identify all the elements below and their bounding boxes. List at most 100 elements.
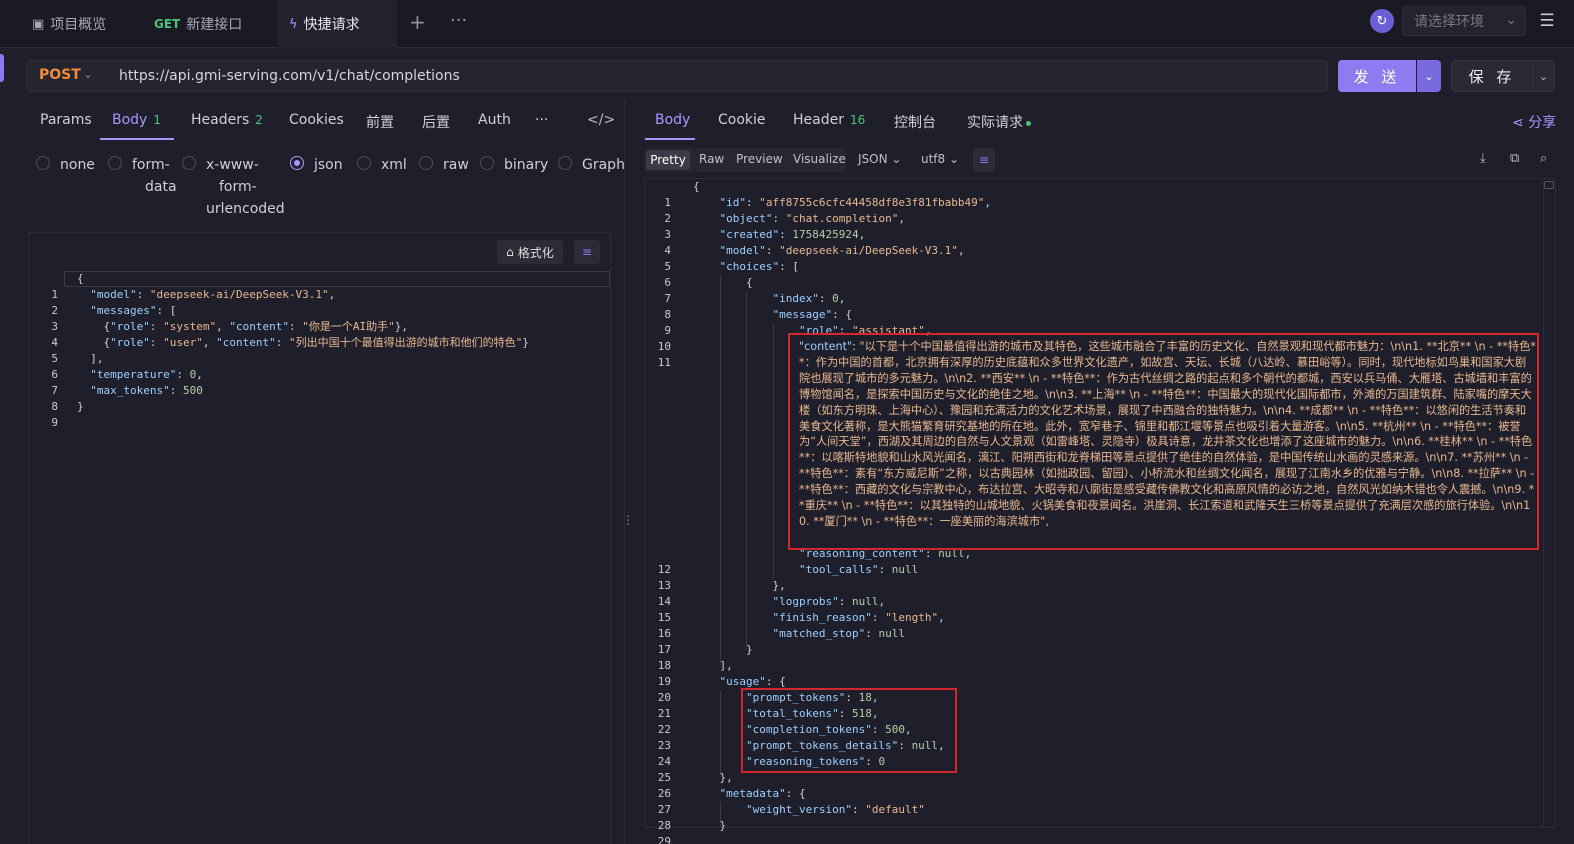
radio-label-line: x-www- [206, 157, 259, 173]
sidebar-accent [0, 54, 4, 82]
scrollbar[interactable] [1543, 181, 1554, 827]
tab-cookies[interactable]: Cookies [289, 112, 344, 128]
body-type-binary[interactable]: binary [480, 154, 548, 176]
line-number: 26 [657, 787, 671, 800]
view-raw[interactable]: Raw [699, 152, 724, 166]
body-type-raw[interactable]: raw [419, 154, 469, 176]
scrollbar-thumb[interactable] [1544, 181, 1554, 189]
more-tabs-icon[interactable]: ··· [535, 112, 548, 128]
tab-quick-request[interactable]: ϟ 快捷请求 [277, 0, 397, 48]
response-line-numbers-lower: 12 13 14 15 16 17 18 19 20 21 22 23 24 25 26 27 28 29 [641, 546, 671, 844]
tab-auth[interactable]: Auth [478, 112, 511, 128]
tab-body[interactable]: Body 1 [112, 112, 161, 128]
body-type-none[interactable]: none [36, 154, 95, 176]
null-value: null [851, 595, 879, 608]
line-number: 29 [657, 835, 671, 844]
response-code-top[interactable]: { "id": "aff8755c6cfc44458df8e3f81fbabb4… [693, 179, 991, 339]
send-button[interactable]: 发 送 [1338, 60, 1416, 92]
wrap-lines-icon[interactable]: ≡ [973, 148, 995, 172]
radio-label: xml [381, 157, 407, 173]
chevron-down-icon: ⌄ [1505, 12, 1517, 28]
wrap-lines-icon[interactable]: ≡ [574, 240, 600, 264]
body-type-urlencoded[interactable]: x-www-form-urlencoded [182, 154, 285, 220]
format-select[interactable]: JSON ⌄ [858, 152, 901, 166]
body-type-xml[interactable]: xml [357, 154, 407, 176]
tab-response-cookie[interactable]: Cookie [718, 112, 766, 128]
tab-label: 项目概览 [50, 17, 107, 33]
tab-headers-label: Headers [191, 112, 250, 128]
tab-pre-script[interactable]: 前置 [366, 112, 394, 132]
format-label: 格式化 [517, 245, 554, 260]
header-count-badge: 16 [849, 113, 866, 127]
body-type-json[interactable]: json [290, 154, 343, 176]
headers-count-badge: 2 [255, 113, 263, 127]
tab-bar: ▣ 项目概览 GET 新建接口 ϟ 快捷请求 + ··· ↻ 请选择环境 ⌄ ☰ [0, 0, 1574, 48]
share-label: 分享 [1528, 115, 1557, 131]
tab-new-api[interactable]: GET 新建接口 [136, 0, 276, 48]
line-number: 2 [664, 212, 671, 225]
radio-label-line: form- [219, 179, 257, 195]
send-options-chevron-icon[interactable]: ⌄ [1417, 60, 1441, 92]
method-select[interactable]: POST [39, 67, 81, 83]
search-icon[interactable]: ⌕ [1540, 151, 1547, 166]
line-number: 8 [664, 308, 671, 321]
tab-actual-request[interactable]: 实际请求 [967, 112, 1031, 132]
view-pretty[interactable]: Pretty [646, 150, 690, 170]
save-options-chevron-icon[interactable]: ⌄ [1533, 60, 1555, 92]
more-icon[interactable]: ··· [450, 10, 467, 31]
line-number: 24 [657, 755, 671, 768]
tab-project-overview[interactable]: ▣ 项目概览 [0, 0, 135, 48]
code-line: ], [77, 352, 104, 365]
null-value: null [878, 627, 905, 640]
format-button[interactable]: ⌂ 格式化 [497, 240, 563, 264]
tab-params[interactable]: Params [40, 112, 92, 128]
refresh-icon[interactable]: ↻ [1370, 9, 1394, 33]
url-input[interactable]: https://api.gmi-serving.com/v1/chat/comp… [119, 68, 460, 84]
url-bar[interactable]: POST ⌄ https://api.gmi-serving.com/v1/ch… [26, 60, 1328, 92]
radio-icon [36, 156, 50, 170]
tab-body-label: Body [112, 112, 148, 128]
code-line: } [77, 400, 84, 413]
tab-response-body[interactable]: Body [655, 112, 690, 128]
tab-post-script[interactable]: 后置 [422, 112, 450, 132]
finish-reason: length [891, 611, 932, 624]
active-tab-indicator [100, 138, 174, 140]
environment-select[interactable]: 请选择环境 ⌄ [1402, 6, 1526, 36]
radio-label-line: form- [132, 157, 170, 173]
encoding-select[interactable]: utf8 ⌄ [921, 152, 959, 166]
share-button[interactable]: ⋖ 分享 [1512, 112, 1556, 132]
body-type-form-data[interactable]: form-data [108, 154, 177, 198]
line-number: 1 [664, 196, 671, 209]
radio-icon [558, 156, 572, 170]
chevron-down-icon[interactable]: ⌄ [83, 67, 93, 81]
code-line: {"role": "user", "content": "列出中国十个最值得出游… [77, 336, 529, 349]
download-icon[interactable]: ⤓ [1480, 151, 1486, 166]
line-number: 8 [51, 400, 58, 413]
response-id: aff8755c6cfc44458df8e3f81fbabb49 [765, 196, 978, 209]
line-number: 28 [657, 819, 671, 832]
tab-headers[interactable]: Headers 2 [191, 112, 263, 128]
request-code[interactable]: { "model": "deepseek-ai/DeepSeek-V3.1", … [77, 271, 529, 415]
view-preview[interactable]: Preview [736, 152, 783, 166]
body-type-graphql[interactable]: GraphQ [558, 154, 624, 176]
view-visualize[interactable]: Visualize [793, 152, 846, 166]
code-icon[interactable]: </> [587, 112, 615, 128]
copy-icon[interactable]: ⧉ [1510, 151, 1519, 166]
panel-splitter[interactable] [624, 100, 625, 844]
line-number: 14 [657, 595, 671, 608]
radio-selected-icon [290, 156, 304, 170]
radio-label: none [60, 157, 95, 173]
drag-handle-icon[interactable]: ⋮ [622, 513, 634, 527]
line-number: 7 [51, 384, 58, 397]
tab-response-header[interactable]: Header 16 [793, 112, 865, 128]
line-number: 12 [657, 563, 671, 576]
tab-console[interactable]: 控制台 [894, 112, 936, 132]
menu-icon[interactable]: ☰ [1532, 6, 1562, 36]
add-tab-icon[interactable]: + [409, 10, 426, 34]
line-number: 9 [664, 324, 671, 337]
app-window: ▣ 项目概览 GET 新建接口 ϟ 快捷请求 + ··· ↻ 请选择环境 ⌄ ☰… [0, 0, 1574, 844]
tab-label: 新建接口 [186, 17, 243, 33]
save-button[interactable]: 保 存 [1451, 60, 1533, 92]
response-index: 0 [832, 292, 839, 305]
tab-label: 快捷请求 [303, 17, 360, 33]
